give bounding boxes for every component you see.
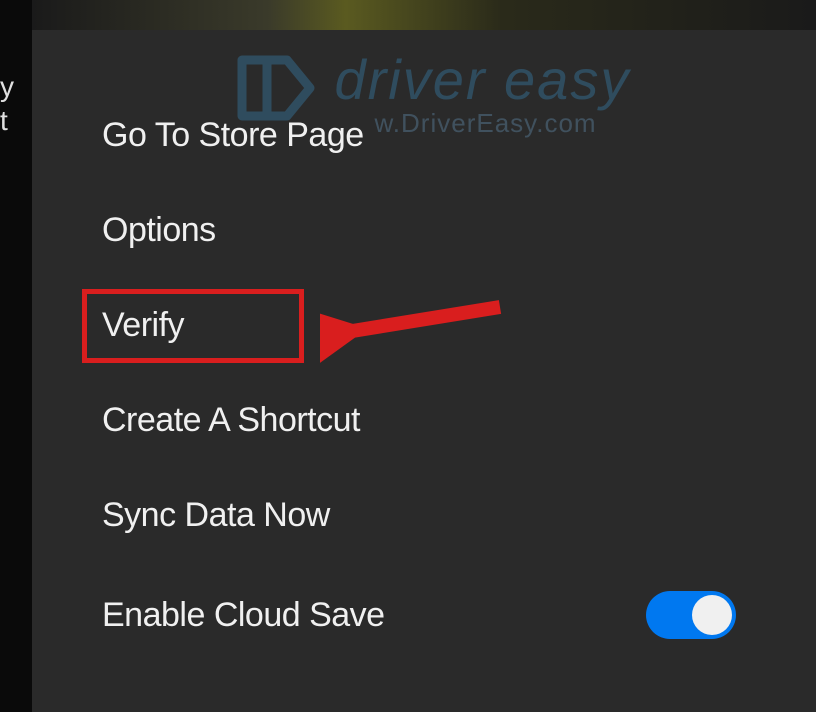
left-edge-clip: y t xyxy=(0,0,32,712)
menu-item-label: Options xyxy=(102,211,216,250)
menu-item-label: Go To Store Page xyxy=(102,116,364,155)
toggle-knob xyxy=(692,595,732,635)
menu-item-options[interactable]: Options xyxy=(102,183,816,278)
menu-item-label: Sync Data Now xyxy=(102,496,330,535)
context-menu-panel: driver easy w.DriverEasy.com Go To Store… xyxy=(32,30,816,712)
left-edge-text-2: t xyxy=(0,104,32,138)
menu-item-verify[interactable]: Verify xyxy=(102,278,816,373)
menu-item-label: Enable Cloud Save xyxy=(102,596,385,635)
menu-item-sync-data[interactable]: Sync Data Now xyxy=(102,468,816,563)
menu-item-create-shortcut[interactable]: Create A Shortcut xyxy=(102,373,816,468)
menu-item-label: Verify xyxy=(102,306,184,345)
top-banner-strip xyxy=(32,0,816,30)
left-edge-text-1: y xyxy=(0,70,32,104)
menu-item-label: Create A Shortcut xyxy=(102,401,360,440)
cloud-save-toggle[interactable] xyxy=(646,591,736,639)
menu-items-list: Go To Store Page Options Verify Create A… xyxy=(32,30,816,667)
menu-item-cloud-save[interactable]: Enable Cloud Save xyxy=(102,563,816,667)
menu-item-store-page[interactable]: Go To Store Page xyxy=(102,88,816,183)
